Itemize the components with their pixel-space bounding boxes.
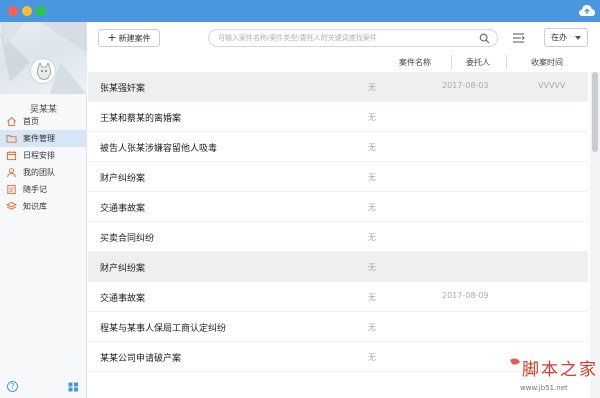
sidebar-item-home[interactable]: 首页 (0, 113, 87, 130)
case-extra: VVVVV (538, 81, 566, 90)
table-row[interactable]: 被告人张某涉嫌容留他人吸毒 无 (88, 132, 588, 162)
table-row[interactable]: 交通事故案 无 (88, 192, 588, 222)
table-row[interactable]: 王某和蔡某的离婚案 无 (88, 102, 588, 132)
sidebar-item-notes[interactable]: 随手记 (0, 181, 87, 198)
sidebar-item-label: 首页 (23, 117, 39, 126)
case-date: 2017-08-09 (442, 291, 489, 300)
case-client: 无 (368, 113, 376, 122)
scrollbar-thumb[interactable] (592, 72, 598, 152)
table-header: 案件名称 委托人 收案时间 (88, 52, 600, 72)
sidebar-item-knowledge-base[interactable]: 知识库 (0, 198, 87, 215)
profile-banner (0, 22, 87, 94)
column-header-intake-date[interactable]: 收案时间 (531, 57, 563, 68)
case-title: 被告人张某涉嫌容留他人吸毒 (100, 144, 218, 154)
case-client: 无 (368, 263, 376, 272)
note-icon (7, 184, 16, 195)
main-content: + 新建案件 可输入案件名称/案件类型/委托人的关键词查找案件 在办 案件名称 委… (88, 22, 600, 398)
new-case-label: 新建案件 (118, 34, 151, 43)
folder-icon (6, 135, 17, 143)
table-row[interactable]: 财产纠纷案 无 (88, 162, 588, 192)
layers-icon (6, 201, 17, 210)
column-divider (506, 55, 507, 69)
case-title: 财产纠纷案 (100, 264, 146, 274)
case-title: 王某和蔡某的离婚案 (100, 114, 182, 124)
case-title: 交通事故案 (100, 294, 146, 304)
case-title: 交通事故案 (100, 204, 146, 214)
case-client: 无 (368, 293, 376, 302)
cat-avatar-icon (36, 62, 52, 80)
new-case-button[interactable]: + 新建案件 (98, 29, 160, 47)
column-header-case-name[interactable]: 案件名称 (399, 57, 431, 68)
sidebar-item-label: 知识库 (23, 202, 47, 211)
sidebar-item-case-management[interactable]: 案件管理 (0, 130, 87, 147)
search-placeholder: 可输入案件名称/案件类型/委托人的关键词查找案件 (218, 34, 377, 42)
case-list: 张某强奸案 无 2017-08-03 VVVVV 王某和蔡某的离婚案 无 被告人… (88, 72, 588, 372)
sidebar-item-label: 案件管理 (23, 134, 55, 143)
team-icon (7, 168, 16, 178)
column-divider (451, 55, 452, 69)
sidebar-item-schedule[interactable]: 日程安排 (0, 147, 87, 164)
table-row[interactable]: 买卖合同纠纷 无 (88, 222, 588, 252)
sidebar-nav: 首页 案件管理 日程安排 我的团队 随手记 知识库 (0, 113, 87, 215)
minimize-window-button[interactable] (22, 6, 32, 16)
watermark-url: www.jb51.net (520, 384, 568, 392)
table-row[interactable]: 交通事故案 无 2017-08-09 (88, 282, 588, 312)
close-window-button[interactable] (8, 6, 18, 16)
sidebar-item-team[interactable]: 我的团队 (0, 164, 87, 181)
status-select-value: 在办 (551, 33, 567, 42)
maximize-window-button[interactable] (36, 6, 46, 16)
column-header-client[interactable]: 委托人 (466, 57, 490, 68)
case-client: 无 (368, 83, 376, 92)
home-icon (7, 117, 16, 127)
table-row[interactable]: 程某与某事人保局工商认定纠纷 无 (88, 312, 588, 342)
case-title: 程某与某事人保局工商认定纠纷 (100, 324, 227, 334)
grid-menu-icon[interactable] (68, 382, 79, 392)
case-client: 无 (368, 323, 376, 332)
filter-list-icon[interactable] (512, 32, 525, 44)
avatar[interactable] (30, 58, 56, 84)
table-row[interactable]: 张某强奸案 无 2017-08-03 VVVVV (88, 72, 588, 102)
sidebar-item-label: 我的团队 (23, 168, 55, 177)
sidebar-item-label: 日程安排 (23, 151, 55, 160)
case-title: 买卖合同纠纷 (100, 234, 155, 244)
table-row[interactable]: 财产纠纷案 无 (88, 252, 588, 282)
cloud-sync-icon[interactable] (578, 3, 596, 18)
case-client: 无 (368, 233, 376, 242)
case-client: 无 (368, 203, 376, 212)
scrollbar[interactable] (590, 72, 600, 398)
case-client: 无 (368, 143, 376, 152)
case-title: 某某公司申请破产案 (100, 354, 182, 364)
case-client: 无 (368, 173, 376, 182)
search-icon[interactable] (479, 33, 490, 44)
calendar-icon (6, 151, 17, 161)
case-date: 2017-08-03 (442, 81, 489, 90)
status-select[interactable]: 在办 (544, 28, 588, 47)
title-bar (0, 0, 600, 22)
case-title: 财产纠纷案 (100, 174, 146, 184)
case-client: 无 (368, 353, 376, 362)
plus-icon: + (107, 31, 117, 44)
watermark-text: 脚本之家 (522, 360, 598, 380)
sidebar: 吴某某 首页 案件管理 日程安排 我的团队 随手记 知识库 ? (0, 22, 87, 398)
help-icon[interactable]: ? (7, 381, 18, 392)
chevron-down-icon (575, 36, 581, 40)
search-input[interactable]: 可输入案件名称/案件类型/委托人的关键词查找案件 (208, 29, 498, 47)
case-title: 张某强奸案 (100, 84, 146, 94)
sidebar-item-label: 随手记 (23, 185, 47, 194)
